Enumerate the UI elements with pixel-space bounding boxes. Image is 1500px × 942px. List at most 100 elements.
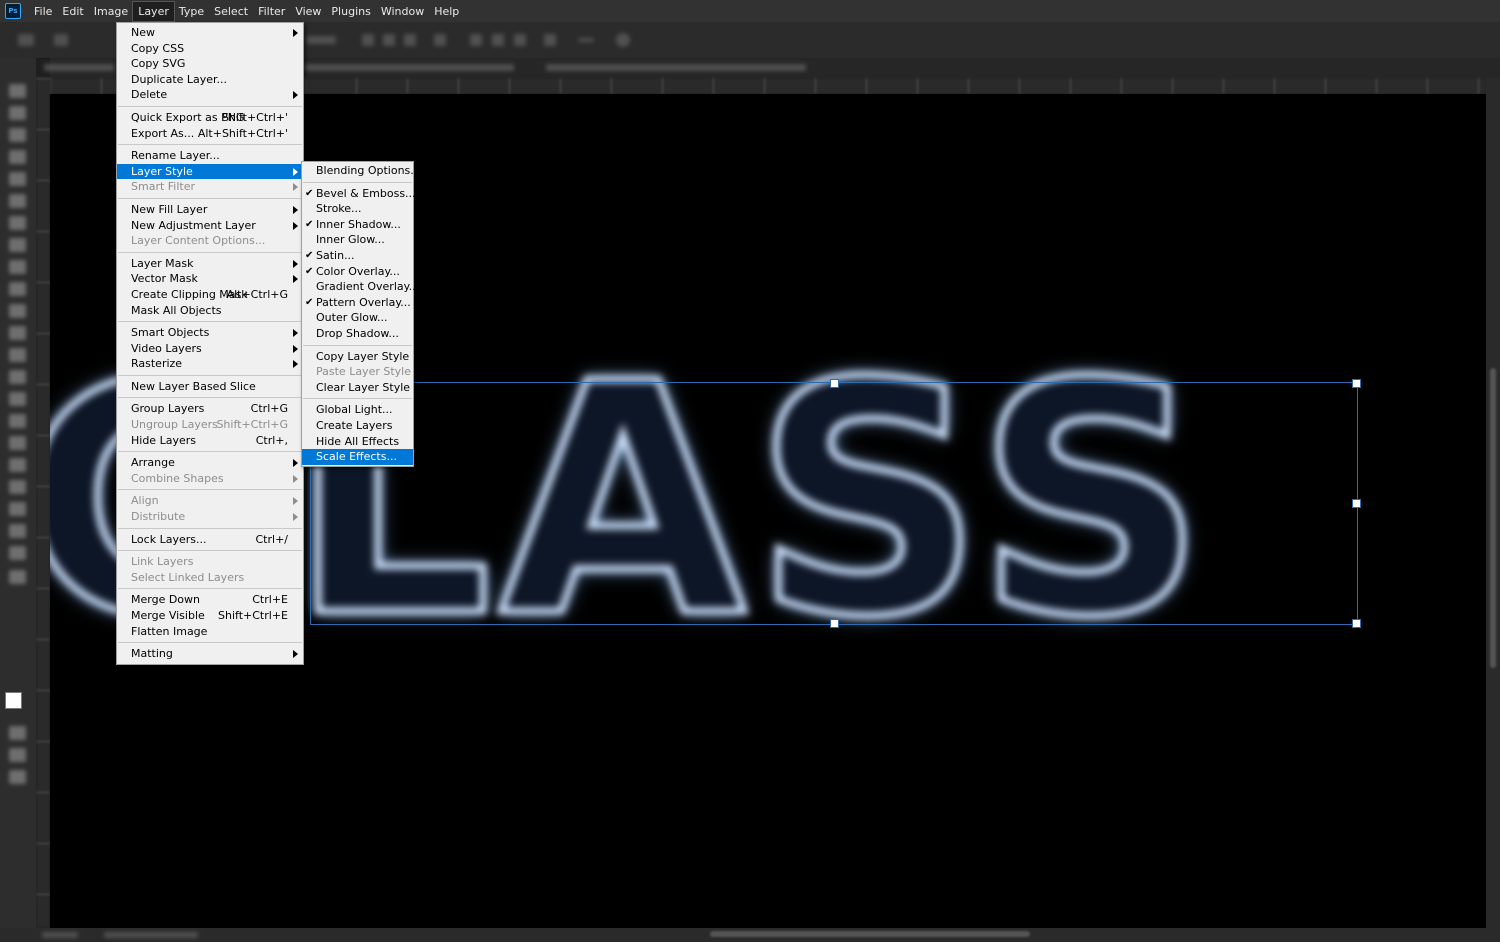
layer-menu-item-hide-layers[interactable]: Hide Layers Ctrl+,	[117, 433, 303, 449]
vertical-scroll-thumb[interactable]	[1490, 368, 1496, 668]
transform-handle[interactable]	[1352, 499, 1361, 508]
layer-menu-item-create-clipping-mask[interactable]: Create Clipping Mask Alt+Ctrl+G	[117, 287, 303, 303]
document-tab[interactable]	[546, 64, 806, 71]
healing-tool-icon[interactable]	[9, 238, 26, 252]
layer-style-item-color-overlay[interactable]: ✔ Color Overlay...	[302, 264, 413, 280]
lasso-tool-icon[interactable]	[9, 150, 26, 164]
marquee-tool-icon[interactable]	[9, 128, 26, 142]
artboard-tool-icon[interactable]	[9, 106, 26, 120]
layer-menu-item-merge-down[interactable]: Merge Down Ctrl+E	[117, 592, 303, 608]
layer-menu-item-delete[interactable]: Delete	[117, 87, 303, 103]
layer-menu-item-rasterize[interactable]: Rasterize	[117, 356, 303, 372]
layer-menu-item-new[interactable]: New	[117, 25, 303, 41]
align-icon[interactable]	[383, 34, 395, 46]
history-brush-tool-icon[interactable]	[9, 304, 26, 318]
quick-mask-icon[interactable]	[9, 726, 26, 740]
layer-style-item-hide-all-effects[interactable]: Hide All Effects	[302, 434, 413, 450]
distribute-icon[interactable]	[544, 34, 556, 46]
layer-menu-item-video-layers[interactable]: Video Layers	[117, 341, 303, 357]
layer-style-item-bevel-emboss[interactable]: ✔ Bevel & Emboss...	[302, 186, 416, 202]
document-tab[interactable]	[304, 64, 514, 71]
menu-layer[interactable]: Layer	[132, 0, 175, 22]
layer-style-item-scale-effects[interactable]: Scale Effects...	[302, 449, 413, 465]
align-icon[interactable]	[362, 34, 374, 46]
layer-menu-item-layer-style[interactable]: Layer Style	[117, 163, 303, 180]
menu-select[interactable]: Select	[209, 2, 253, 21]
transform-handle[interactable]	[830, 379, 839, 388]
menu-window[interactable]: Window	[376, 2, 429, 21]
object-select-tool-icon[interactable]	[9, 172, 26, 186]
share-icon[interactable]	[9, 770, 26, 784]
layer-menu-item-matting[interactable]: Matting	[117, 646, 303, 662]
distribute-icon[interactable]	[492, 34, 504, 46]
layer-menu-item-flatten-image[interactable]: Flatten Image	[117, 624, 303, 640]
eraser-tool-icon[interactable]	[9, 326, 26, 340]
menu-edit[interactable]: Edit	[57, 2, 88, 21]
layer-style-item-outer-glow[interactable]: Outer Glow...	[302, 310, 413, 326]
menu-file[interactable]: File	[29, 2, 57, 21]
layer-menu-item-copy-css[interactable]: Copy CSS	[117, 41, 303, 57]
layer-menu-item-rename-layer[interactable]: Rename Layer...	[117, 148, 303, 164]
screen-mode-icon[interactable]	[9, 748, 26, 762]
align-icon[interactable]	[434, 34, 446, 46]
layer-style-item-gradient-overlay[interactable]: Gradient Overlay...	[302, 279, 419, 295]
shape-tool-icon[interactable]	[9, 480, 26, 494]
document-tab[interactable]	[44, 64, 114, 71]
distribute-icon[interactable]	[470, 34, 482, 46]
foreground-color-swatch[interactable]	[5, 692, 22, 709]
menu-image[interactable]: Image	[89, 2, 133, 21]
transform-handle[interactable]	[1352, 379, 1361, 388]
menu-type[interactable]: Type	[174, 2, 209, 21]
pen-tool-icon[interactable]	[9, 414, 26, 428]
layer-style-item-stroke[interactable]: Stroke...	[302, 201, 413, 217]
menu-plugins[interactable]: Plugins	[326, 2, 375, 21]
layer-style-item-satin[interactable]: ✔ Satin...	[302, 248, 413, 264]
layer-style-item-inner-shadow[interactable]: ✔ Inner Shadow...	[302, 217, 413, 233]
layer-menu-item-duplicate-layer[interactable]: Duplicate Layer...	[117, 72, 303, 88]
layer-menu-item-copy-svg[interactable]: Copy SVG	[117, 56, 303, 72]
more-options-icon[interactable]	[578, 38, 594, 42]
gradient-tool-icon[interactable]	[9, 348, 26, 362]
brush-tool-icon[interactable]	[9, 260, 26, 274]
layer-style-item-inner-glow[interactable]: Inner Glow...	[302, 232, 413, 248]
dodge-tool-icon[interactable]	[9, 392, 26, 406]
layer-style-item-pattern-overlay[interactable]: ✔ Pattern Overlay...	[302, 295, 413, 311]
layer-menu-item-new-layer-based-slice[interactable]: New Layer Based Slice	[117, 379, 303, 395]
menu-filter[interactable]: Filter	[253, 2, 290, 21]
search-icon[interactable]	[616, 33, 630, 47]
home-icon[interactable]	[18, 34, 34, 46]
menu-view[interactable]: View	[290, 2, 326, 21]
transform-bounding-box[interactable]	[307, 379, 1361, 628]
layer-menu-item-merge-visible[interactable]: Merge Visible Shift+Ctrl+E	[117, 608, 303, 624]
layer-menu-item-mask-all-objects[interactable]: Mask All Objects	[117, 303, 303, 319]
crop-tool-icon[interactable]	[9, 194, 26, 208]
hand-tool-icon[interactable]	[9, 502, 26, 516]
layer-style-item-drop-shadow[interactable]: Drop Shadow...	[302, 326, 413, 342]
type-tool-icon[interactable]	[9, 436, 26, 450]
blur-tool-icon[interactable]	[9, 370, 26, 384]
layer-style-item-blending-options[interactable]: Blending Options...	[302, 163, 421, 179]
edit-toolbar-icon[interactable]	[9, 546, 26, 560]
menu-help[interactable]: Help	[429, 2, 464, 21]
vertical-scrollbar[interactable]	[1486, 78, 1500, 928]
layer-style-item-create-layers[interactable]: Create Layers	[302, 418, 413, 434]
zoom-tool-icon[interactable]	[9, 524, 26, 538]
layer-menu-item-lock-layers[interactable]: Lock Layers... Ctrl+/	[117, 532, 303, 548]
layer-menu-item-quick-export-as-png[interactable]: Quick Export as PNG Shift+Ctrl+'	[117, 110, 303, 126]
stamp-tool-icon[interactable]	[9, 282, 26, 296]
transform-handle[interactable]	[830, 619, 839, 628]
layer-menu-item-export-as[interactable]: Export As... Alt+Shift+Ctrl+'	[117, 126, 303, 142]
more-tools-icon[interactable]	[9, 570, 26, 584]
transform-handle[interactable]	[1352, 619, 1361, 628]
layer-menu-item-arrange[interactable]: Arrange	[117, 455, 303, 471]
align-icon[interactable]	[404, 34, 416, 46]
layer-menu-item-smart-objects[interactable]: Smart Objects	[117, 325, 303, 341]
layer-menu-item-new-fill-layer[interactable]: New Fill Layer	[117, 202, 303, 218]
layer-style-item-copy-layer-style[interactable]: Copy Layer Style	[302, 349, 413, 365]
layer-menu-item-layer-mask[interactable]: Layer Mask	[117, 256, 303, 272]
tool-preset-icon[interactable]	[54, 34, 68, 46]
layer-style-item-clear-layer-style[interactable]: Clear Layer Style	[302, 380, 413, 396]
horizontal-scroll-thumb[interactable]	[710, 931, 1030, 937]
layer-menu-item-group-layers[interactable]: Group Layers Ctrl+G	[117, 401, 303, 417]
path-select-tool-icon[interactable]	[9, 458, 26, 472]
